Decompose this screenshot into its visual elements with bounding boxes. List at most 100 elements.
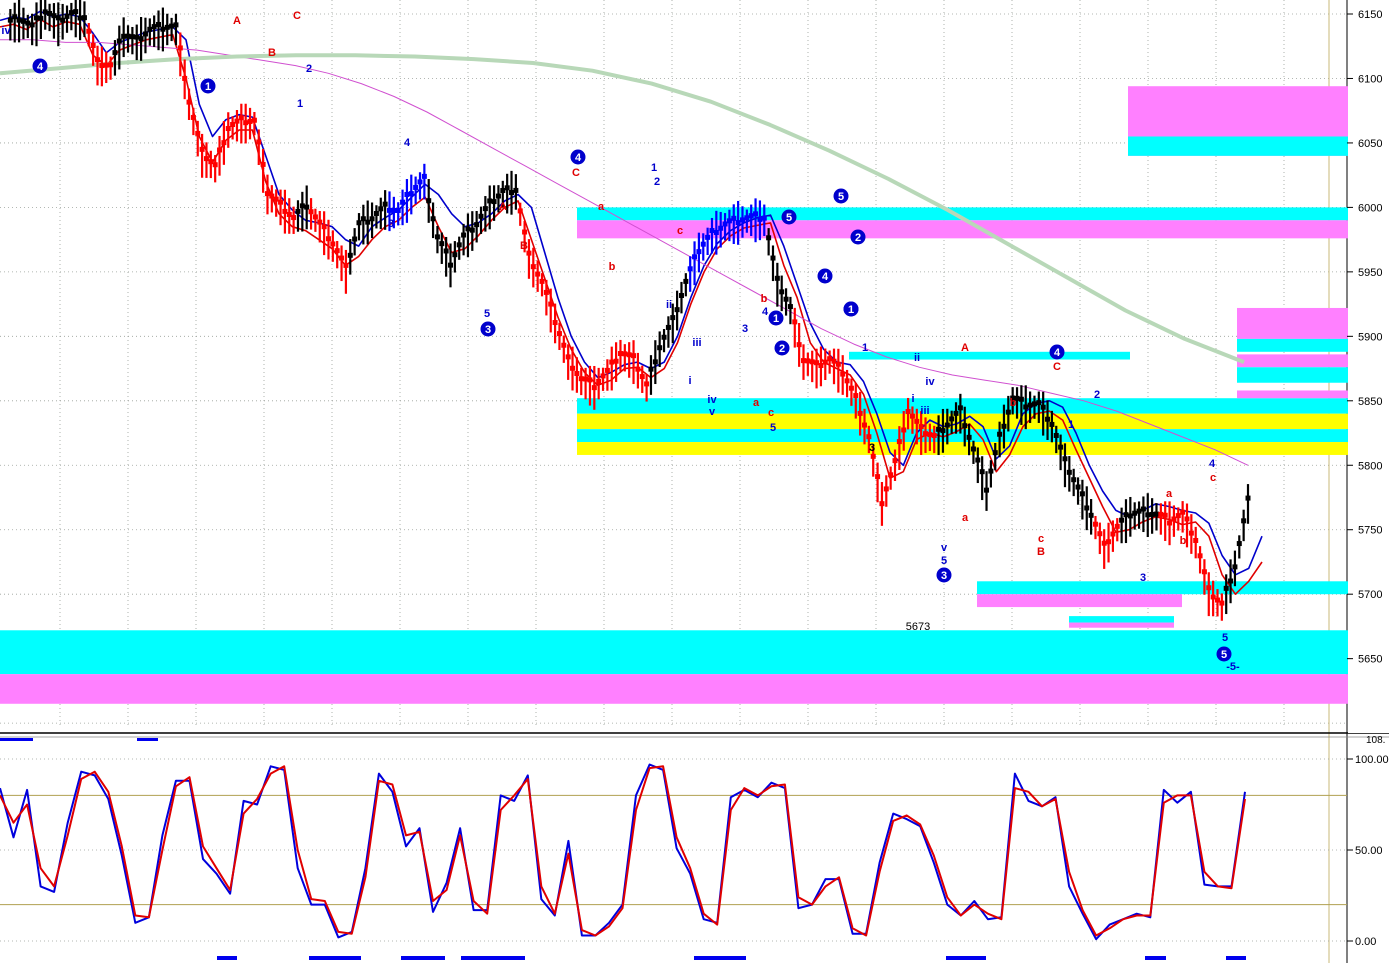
price-bar-body (443, 248, 449, 254)
price-bar-body (726, 218, 732, 224)
wave-label: c (1210, 472, 1216, 484)
price-bar-body (330, 241, 336, 247)
price-bar-body (421, 173, 427, 179)
wave-label: 1 (200, 78, 216, 94)
price-bar-body (705, 234, 711, 240)
price-bar-body (674, 307, 680, 313)
price-bar-body (992, 450, 998, 456)
price-bar-body (770, 255, 776, 261)
price-bar-body (1040, 404, 1046, 410)
price-bar-body (273, 196, 279, 202)
price-bar-body (818, 363, 824, 369)
price-bar-body (783, 296, 789, 302)
price-bar-body (1075, 484, 1081, 490)
wave-label: B (520, 240, 528, 252)
price-bar-body (90, 42, 96, 48)
wave-label-text: 1 (205, 81, 211, 93)
price-bar-body (352, 236, 358, 242)
price-bar-body (60, 17, 66, 23)
price-bar-body (1175, 513, 1181, 519)
price-bar-body (892, 458, 898, 464)
wave-label-text: 3 (742, 323, 748, 335)
price-bar-body (997, 431, 1003, 437)
wave-label-text: 3 (388, 218, 394, 230)
price-bar-body (988, 468, 994, 474)
wave-label: 5 (833, 188, 849, 204)
price-bar-body (439, 241, 445, 247)
price-bar-body (251, 117, 257, 123)
chart-canvas: iv4A C1B213453AB4Cab12ciiiiiiivv3ab4c5512… (0, 0, 1389, 963)
price-bar-body (870, 453, 876, 459)
price-bar-body (391, 207, 397, 213)
wave-label: 4 (1209, 458, 1216, 470)
price-bar-body (112, 50, 118, 56)
price-bar-body (923, 431, 929, 437)
price-annotation: 5673 (906, 621, 930, 633)
price-bar-body (918, 424, 924, 430)
price-bar-body (661, 334, 667, 340)
price-bar-body (487, 198, 493, 204)
price-bar-body (1031, 401, 1037, 407)
price-bar-body (757, 216, 763, 222)
zone-band (1237, 390, 1350, 399)
zone-band (977, 594, 1182, 608)
price-bar-body (543, 289, 549, 295)
price-bar-body (29, 22, 35, 28)
wave-label-text: 4 (1054, 347, 1061, 359)
price-bar-body (556, 331, 562, 337)
price-axis: 6150 6100 6050 6000 5950 5900 5850 5800 5750 5700… (1347, 0, 1389, 733)
price-bar-body (748, 213, 754, 219)
wave-label-text: a (962, 512, 969, 524)
price-bar-body (509, 190, 515, 196)
wave-label: b (1010, 397, 1017, 409)
price-bar-body (530, 264, 536, 270)
wave-label: A (499, 201, 507, 213)
price-bar-body (744, 215, 750, 221)
wave-label-text: A (233, 15, 241, 27)
wave-label-text: 2 (779, 343, 785, 355)
price-bar-body (299, 203, 305, 209)
wave-label-text: 4 (575, 152, 582, 164)
price-bar-body (456, 242, 462, 248)
price-bar-body (583, 376, 589, 382)
price-bar-body (95, 57, 101, 63)
wave-label-text: 1 (651, 162, 657, 174)
wave-label: 2 (850, 229, 866, 245)
wave-label: iv (1, 25, 11, 37)
price-bar-body (1140, 506, 1146, 512)
wave-label: 2 (306, 63, 312, 75)
price-bar-body (626, 352, 632, 358)
price-bar-body (173, 22, 179, 28)
price-bar-body (1228, 578, 1234, 584)
price-bar-body (949, 416, 955, 422)
price-bar-body (426, 198, 432, 204)
price-bar-body (325, 236, 331, 242)
signal-marker (694, 956, 746, 960)
signal-marker (309, 956, 361, 960)
zone-band (1237, 354, 1350, 368)
wave-label: c (1038, 533, 1044, 545)
price-bar-body (962, 423, 968, 429)
price-bar-body (203, 156, 209, 162)
wave-label-text: b (761, 293, 768, 305)
zone-band (1128, 136, 1350, 156)
price-bar-body (73, 9, 79, 15)
price-bar-body (1084, 505, 1090, 511)
wave-label-text: c (677, 225, 683, 237)
price-bar-body (469, 227, 475, 233)
price-bar-body (1119, 517, 1125, 523)
price-bar-body (1114, 523, 1120, 529)
price-bar-body (979, 469, 985, 475)
price-bar-body (1153, 511, 1159, 517)
wave-label-text: C (572, 167, 580, 179)
price-bar-body (940, 428, 946, 434)
price-bar-body (343, 262, 349, 268)
signal-marker (217, 956, 237, 960)
wave-label: 3 (388, 218, 394, 230)
price-bar-body (613, 358, 619, 364)
price-bar-body (591, 385, 597, 391)
wave-label: 3 (869, 442, 875, 454)
wave-label-text: b (609, 261, 616, 273)
price-bar-body (491, 199, 497, 205)
price-bar-body (495, 193, 501, 199)
